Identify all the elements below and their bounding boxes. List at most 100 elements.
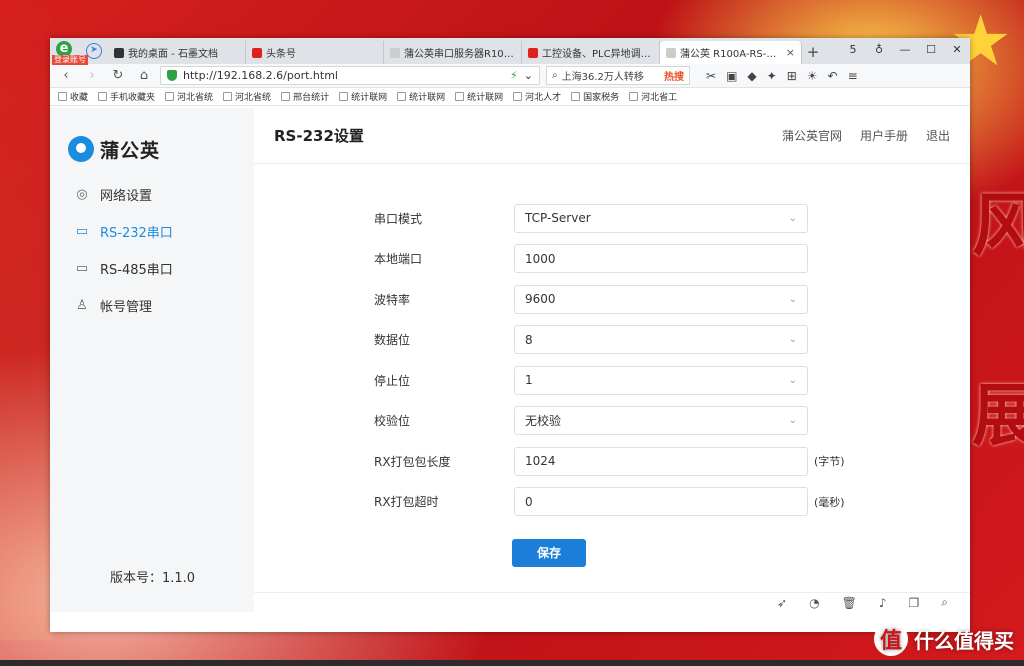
- sidebar-item[interactable]: ♙ 帐号管理: [50, 287, 254, 324]
- serial-port-icon: ▭: [75, 224, 89, 239]
- tab-favicon-icon: [666, 47, 676, 58]
- url-input[interactable]: http://192.168.2.6/port.html ⚡ ⌄: [160, 66, 540, 85]
- trash-icon[interactable]: 🗑: [842, 596, 857, 610]
- bookmark-item[interactable]: 河北省统: [165, 90, 213, 103]
- bookmark-item[interactable]: 河北省统: [223, 90, 271, 103]
- user-manual-link[interactable]: 用户手册: [860, 127, 908, 144]
- maximize-icon[interactable]: ☐: [918, 38, 944, 62]
- home-icon[interactable]: ⌂: [134, 68, 154, 83]
- search-input[interactable]: ⌕ 上海36.2万人转移 热搜: [546, 66, 690, 85]
- sidebar-item-label: RS-485串口: [100, 263, 173, 278]
- browser-tab[interactable]: 蒲公英串口服务器R100A体...: [384, 41, 522, 64]
- sidebar-item[interactable]: ▭ RS-485串口: [50, 250, 254, 287]
- chevron-down-icon: ⌄: [788, 374, 797, 386]
- window-controls: 5 ♁ — ☐ ✕: [840, 38, 970, 62]
- bolt-icon[interactable]: ⚡: [510, 69, 518, 82]
- window-icon[interactable]: ❐: [909, 596, 920, 610]
- bookmark-item[interactable]: 收藏: [58, 90, 88, 103]
- back-icon[interactable]: ‹: [56, 68, 76, 83]
- scissors-icon[interactable]: ✂: [706, 69, 716, 83]
- bookmark-icon: [513, 92, 523, 101]
- text-input[interactable]: 1000: [514, 244, 808, 274]
- browser-tab[interactable]: 头条号: [246, 41, 384, 64]
- select-field[interactable]: 无校验 ⌄: [514, 406, 808, 436]
- bookmark-item[interactable]: 邢台统计: [281, 90, 329, 103]
- globe-icon: ◎: [76, 187, 88, 202]
- extension-icon[interactable]: ▣: [726, 69, 737, 83]
- game-icon[interactable]: ✦: [767, 69, 777, 83]
- sound-icon[interactable]: ♪: [879, 596, 887, 610]
- sidebar: 蒲公英 ◎ 网络设置 ▭ RS-232串口 ▭ RS-485串口 ♙ 帐号管理 版本号：1.1…: [50, 108, 254, 612]
- form-row: RX打包超时 0 (毫秒): [374, 482, 845, 523]
- shirt-icon[interactable]: ♁: [866, 38, 892, 62]
- bookmark-icon: [281, 92, 291, 101]
- select-field[interactable]: 8 ⌄: [514, 325, 808, 355]
- compass-icon[interactable]: ➤: [86, 43, 102, 59]
- page-title: RS-232设置: [274, 127, 364, 145]
- close-window-icon[interactable]: ✕: [944, 38, 970, 62]
- field-value: 1: [525, 373, 533, 388]
- watermark: 值 什么值得买: [874, 622, 1014, 656]
- refresh-icon[interactable]: ↻: [108, 68, 128, 83]
- bookmark-label: 河北人才: [525, 93, 562, 103]
- minimize-icon[interactable]: —: [892, 38, 918, 62]
- speed-icon[interactable]: ◔: [809, 596, 819, 610]
- tab-favicon-icon: [390, 47, 400, 58]
- bookmark-item[interactable]: 统计联网: [397, 90, 445, 103]
- brand: 蒲公英: [50, 108, 254, 170]
- logout-link[interactable]: 退出: [926, 127, 950, 144]
- chevron-down-icon: ⌄: [788, 293, 797, 305]
- chevron-down-icon: ⌄: [788, 334, 797, 346]
- field-value: 1024: [525, 454, 556, 469]
- chevron-down-icon: ⌄: [788, 212, 797, 224]
- rocket-icon[interactable]: ➶: [777, 596, 787, 610]
- desktop-decoration: [0, 0, 52, 640]
- close-tab-icon[interactable]: ×: [786, 46, 795, 59]
- search-icon: ⌕: [552, 70, 558, 81]
- taskbar: [0, 660, 1024, 666]
- bookmark-item[interactable]: 河北人才: [513, 90, 561, 103]
- browser-tab[interactable]: 我的桌面 - 石墨文档: [108, 41, 246, 64]
- text-input[interactable]: 1024: [514, 446, 808, 476]
- menu-icon[interactable]: ≡: [848, 69, 858, 83]
- undo-icon[interactable]: ↶: [828, 69, 838, 83]
- sidebar-item[interactable]: ◎ 网络设置: [50, 176, 254, 213]
- bookmark-label: 国家税务: [583, 93, 620, 103]
- text-input[interactable]: 0: [514, 487, 808, 517]
- select-field[interactable]: 9600 ⌄: [514, 284, 808, 314]
- bookmark-item[interactable]: 手机收藏夹: [98, 90, 155, 103]
- form-row: 波特率 9600 ⌄: [374, 279, 845, 320]
- browser-tab[interactable]: 蒲公英 R100A-RS-232 设置 ×: [660, 41, 802, 64]
- tab-count-icon[interactable]: 5: [840, 38, 866, 62]
- bookmark-item[interactable]: 国家税务: [571, 90, 619, 103]
- sidebar-item[interactable]: ▭ RS-232串口: [50, 213, 254, 250]
- chevron-down-icon[interactable]: ⌄: [524, 69, 533, 82]
- forward-icon[interactable]: ›: [82, 68, 102, 83]
- bookmark-item[interactable]: 统计联网: [455, 90, 503, 103]
- new-tab-button[interactable]: +: [802, 41, 824, 64]
- watermark-text: 什么值得买: [914, 628, 1014, 653]
- hot-badge[interactable]: 热搜: [664, 68, 684, 83]
- tab-favicon-icon: [114, 47, 124, 58]
- field-label: 停止位: [374, 373, 411, 388]
- browser-window: e 登录账号 ➤ 我的桌面 - 石墨文档头条号蒲公英串口服务器R100A体...…: [50, 38, 970, 632]
- tab-label: 头条号: [266, 49, 296, 60]
- grid-icon[interactable]: ⊞: [787, 69, 797, 83]
- browser-tab[interactable]: 工控设备、PLC异地调试...: [522, 41, 660, 64]
- field-value: TCP-Server: [525, 211, 591, 226]
- bookmark-item[interactable]: 统计联网: [339, 90, 387, 103]
- select-field[interactable]: TCP-Server ⌄: [514, 203, 808, 233]
- login-tag[interactable]: 登录账号: [52, 55, 88, 65]
- form-row: 本地端口 1000: [374, 239, 845, 280]
- header-links: 蒲公英官网 用户手册 退出: [782, 127, 950, 144]
- official-site-link[interactable]: 蒲公英官网: [782, 127, 842, 144]
- select-field[interactable]: 1 ⌄: [514, 365, 808, 395]
- bookmark-item[interactable]: 河北省工: [629, 90, 677, 103]
- save-button[interactable]: 保存: [512, 539, 586, 567]
- version-label: 版本号：1.1.0: [110, 571, 196, 586]
- bookmark-icon: [571, 92, 581, 101]
- zoom-icon[interactable]: ⌕: [941, 595, 948, 610]
- shield-plugin-icon[interactable]: ◆: [747, 69, 756, 83]
- toolbar-icons: ✂ ▣ ◆ ✦ ⊞ ☀ ↶ ≡: [706, 69, 858, 83]
- brightness-icon[interactable]: ☀: [807, 69, 818, 83]
